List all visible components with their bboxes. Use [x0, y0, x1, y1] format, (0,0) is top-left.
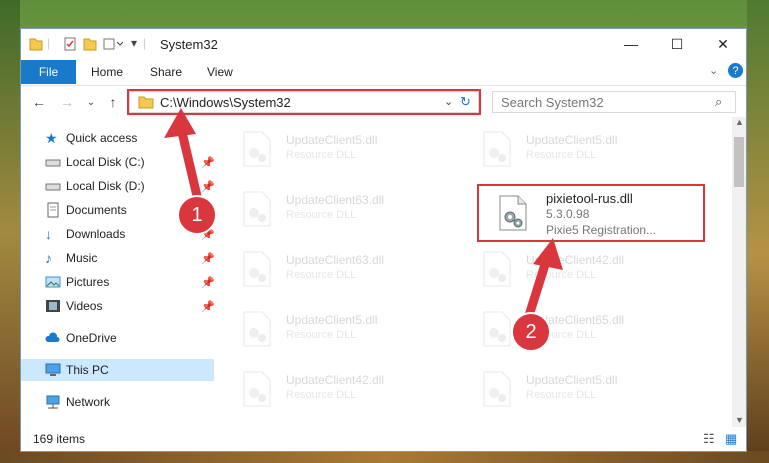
arrow-1-head	[164, 108, 196, 138]
arrow-1-shaft	[176, 123, 202, 201]
annotation-arrows	[164, 108, 563, 327]
step-1-badge: 1	[177, 195, 217, 235]
arrow-2-head	[533, 238, 563, 270]
step-2-badge: 2	[511, 312, 551, 352]
